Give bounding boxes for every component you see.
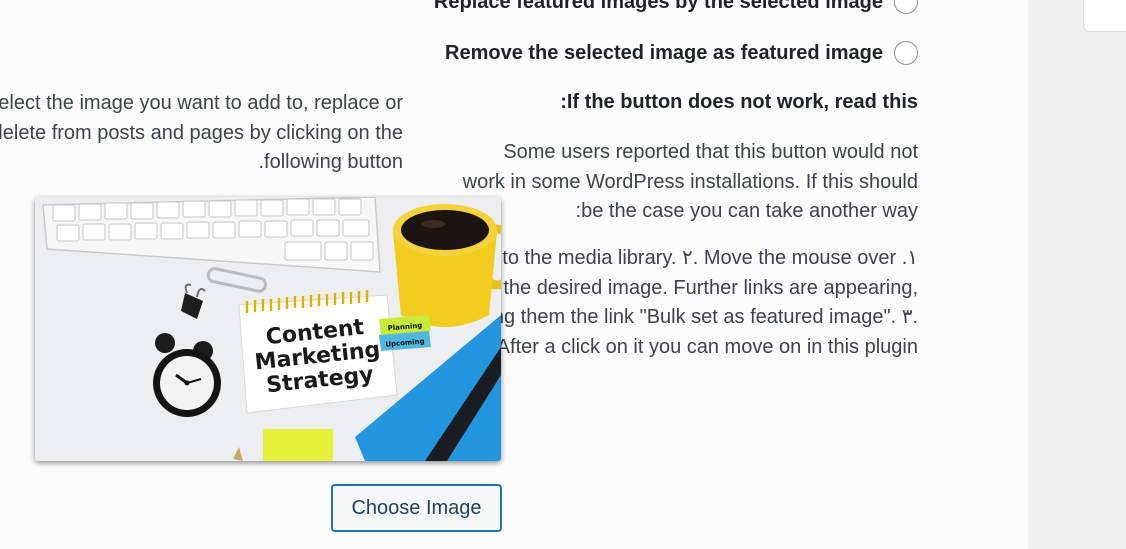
coffee-mug-illustration: [393, 204, 501, 327]
remove-radio[interactable]: [894, 41, 918, 65]
sidebar-card: [1083, 0, 1126, 32]
settings-panel: Replace featured images by the selected …: [0, 0, 1028, 549]
remove-option[interactable]: Remove the selected image as featured im…: [445, 41, 918, 65]
replace-radio[interactable]: [894, 0, 918, 14]
remove-option-label: Remove the selected image as featured im…: [445, 41, 883, 64]
intro-line: delete from posts and pages by clicking …: [0, 121, 403, 144]
replace-option[interactable]: Replace featured images by the selected …: [434, 0, 918, 14]
note-heading: :If the button does not work, read this: [560, 91, 918, 113]
sticky-pad-illustration: [263, 429, 333, 461]
selected-image-preview: Content Marketing Strategy Planning Upco…: [35, 197, 501, 461]
note-line: Some users reported that this button wou…: [503, 141, 918, 163]
choose-image-button[interactable]: Choose Image: [331, 484, 502, 532]
intro-text: Select the image you want to add to, rep…: [0, 89, 403, 178]
intro-line: Select the image you want to add to, rep…: [0, 92, 403, 114]
replace-option-label: Replace featured images by the selected …: [433, 0, 883, 13]
intro-line: .following button: [258, 151, 403, 173]
sticky-notes-illustration: Planning Upcoming: [379, 315, 431, 351]
note-line: work in some WordPress installations. If…: [462, 170, 918, 193]
notebook-illustration: Content Marketing Strategy: [238, 290, 398, 414]
content-marketing-photo: Content Marketing Strategy Planning Upco…: [35, 197, 501, 461]
